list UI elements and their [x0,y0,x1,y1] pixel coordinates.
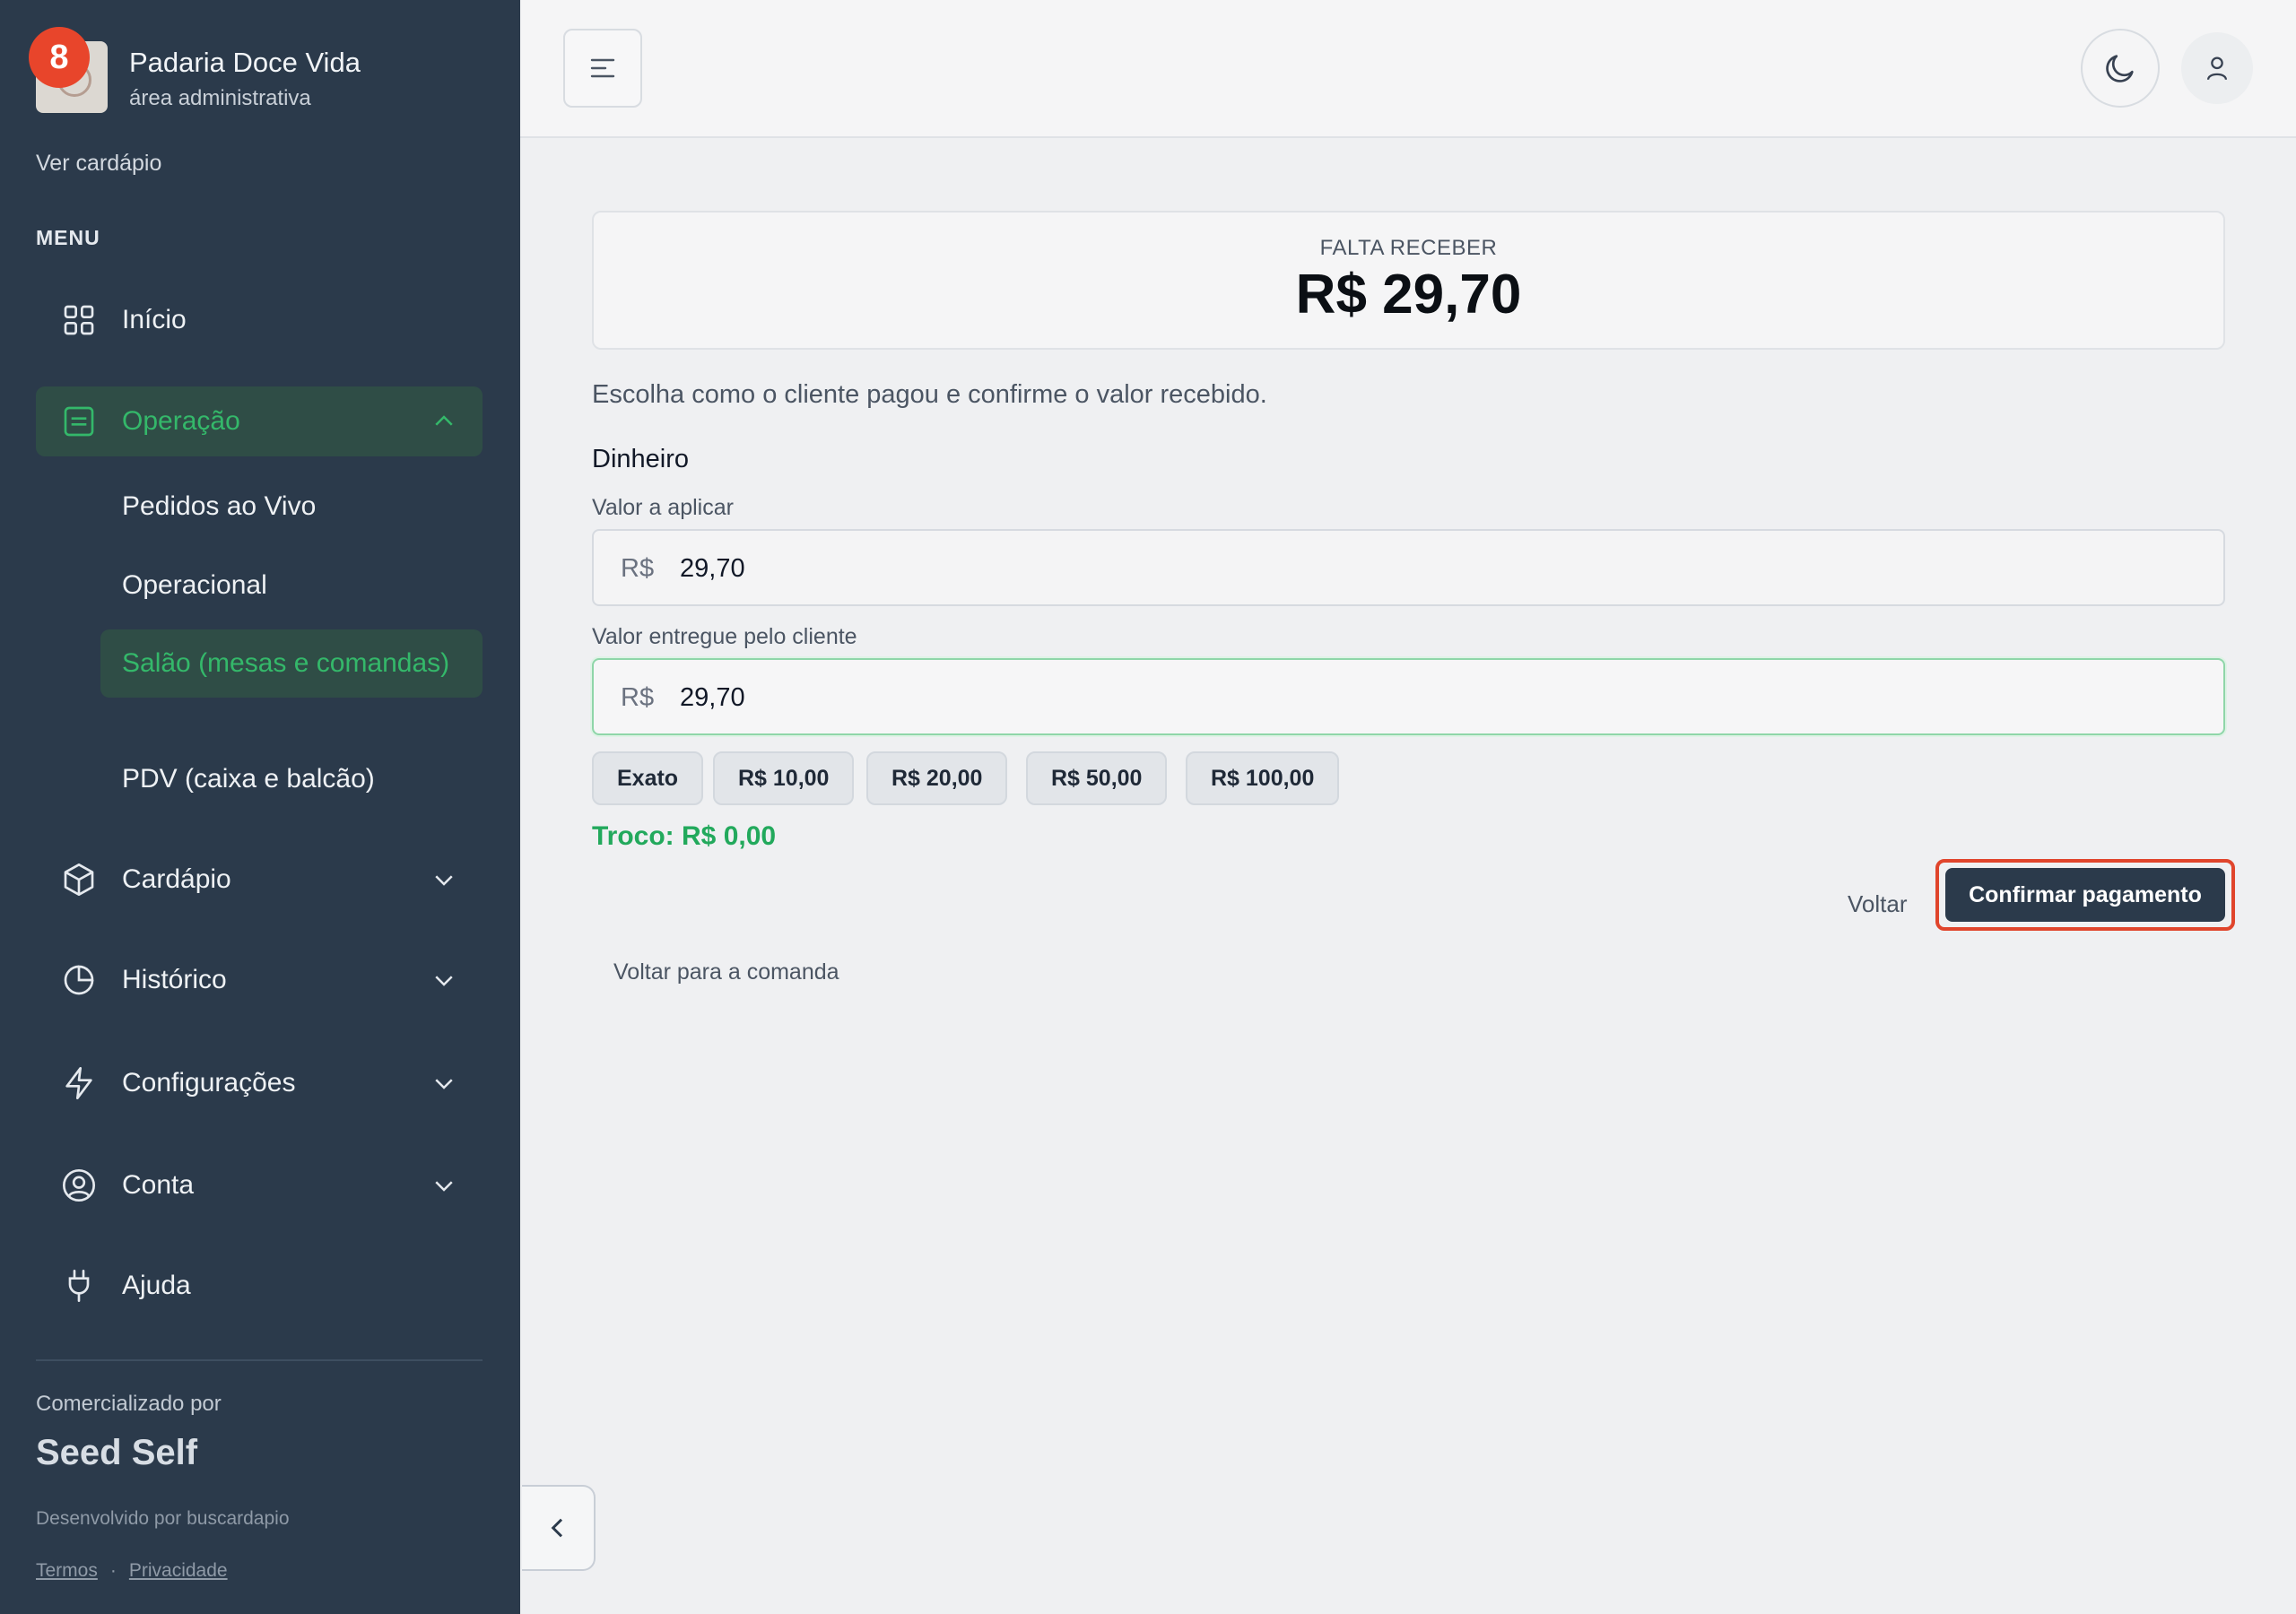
sidebar-subitem-pdv[interactable]: PDV (caixa e balcão) [100,764,483,794]
sidebar-item-conta[interactable]: Conta [36,1150,483,1220]
plug-icon [54,1261,104,1311]
back-button[interactable]: Voltar [1830,877,1926,931]
sidebar-item-cardapio[interactable]: Cardápio [36,845,483,915]
change-amount: Troco: R$ 0,00 [592,821,776,852]
menu-heading: MENU [36,226,100,249]
notification-badge[interactable]: 8 [29,27,90,88]
amount-due-label: FALTA RECEBER [1319,236,1498,260]
change-label: Troco: [592,821,674,851]
given-amount-label: Valor entregue pelo cliente [592,624,857,649]
sidebar-item-historico[interactable]: Histórico [36,945,483,1015]
sidebar-item-label: Operação [122,406,240,436]
box-icon [54,855,104,905]
marketed-by-label: Comercializado por [36,1392,222,1416]
sidebar-item-label: Histórico [122,965,227,994]
given-amount-field[interactable]: R$ [592,658,2225,735]
list-icon [54,396,104,447]
change-value: R$ 0,00 [682,821,777,851]
privacy-link[interactable]: Privacidade [129,1560,228,1581]
moon-icon [2102,50,2138,86]
menu-icon [587,52,619,84]
apply-amount-label: Valor a aplicar [592,495,734,520]
sidebar-item-label: Cardápio [122,864,231,894]
brand[interactable]: Padaria Doce Vida área administrativa [36,41,502,113]
sidebar-item-configuracoes[interactable]: Configurações [36,1048,483,1118]
sidebar: Padaria Doce Vida área administrativa 8 … [0,0,520,1614]
bolt-icon [54,1058,104,1108]
menu-toggle-button[interactable] [563,29,642,108]
payment-method-title: Dinheiro [592,445,689,473]
apply-amount-input[interactable] [680,545,2187,592]
given-amount-input[interactable] [680,674,2187,721]
sidebar-subitem-salao[interactable]: Salão (mesas e comandas) [100,629,483,698]
sidebar-item-label: Conta [122,1170,195,1200]
chevron-up-icon [430,408,457,435]
developed-by-label: Desenvolvido por buscardapio [36,1508,290,1529]
chevron-left-icon [544,1514,572,1542]
sidebar-item-label: Início [122,305,187,334]
view-menu-link[interactable]: Ver cardápio [36,151,161,177]
sidebar-item-label: Ajuda [122,1271,191,1300]
sidebar-item-ajuda[interactable]: Ajuda [36,1251,483,1321]
user-menu-button[interactable] [2181,32,2253,104]
apply-amount-field[interactable]: R$ [592,529,2225,606]
sidebar-divider [36,1359,483,1361]
quick-amount-exact-button[interactable]: Exato [592,751,704,805]
legal-links: Termos · Privacidade [36,1560,228,1582]
quick-amount-20-button[interactable]: R$ 20,00 [866,751,1008,805]
quick-amount-50-button[interactable]: R$ 50,00 [1026,751,1168,805]
sidebar-subitem-pedidos-ao-vivo[interactable]: Pedidos ao Vivo [100,491,483,522]
theme-toggle-button[interactable] [2081,29,2160,108]
chevron-down-icon [430,866,457,893]
collapse-sidebar-button[interactable] [522,1485,596,1571]
chevron-down-icon [430,1172,457,1199]
legal-separator: · [109,1560,117,1581]
back-to-tab-link[interactable]: Voltar para a comanda [613,959,839,985]
sidebar-item-operacao[interactable]: Operação [36,386,483,456]
brand-subtitle: área administrativa [129,86,311,110]
quick-amount-10-button[interactable]: R$ 10,00 [713,751,855,805]
user-circle-icon [54,1160,104,1210]
terms-link[interactable]: Termos [36,1560,98,1581]
pie-chart-icon [54,955,104,1005]
confirm-payment-button[interactable]: Confirmar pagamento [1945,868,2225,922]
marketed-by-brand: Seed Self [36,1433,198,1472]
sidebar-item-label: Configurações [122,1068,296,1098]
grid-icon [54,295,104,345]
sidebar-item-inicio[interactable]: Início [36,285,483,355]
currency-prefix: R$ [621,554,655,583]
topbar [520,0,2296,138]
quick-amount-100-button[interactable]: R$ 100,00 [1186,751,1340,805]
chevron-down-icon [430,967,457,994]
user-icon [2202,53,2232,83]
amount-due-card: FALTA RECEBER R$ 29,70 [592,211,2225,350]
brand-name: Padaria Doce Vida [129,47,361,78]
chevron-down-icon [430,1070,457,1097]
sidebar-subitem-operacional[interactable]: Operacional [100,570,483,601]
amount-due-value: R$ 29,70 [1295,264,1522,325]
currency-prefix: R$ [621,683,655,712]
payment-instruction: Escolha como o cliente pagou e confirme … [592,380,1267,409]
